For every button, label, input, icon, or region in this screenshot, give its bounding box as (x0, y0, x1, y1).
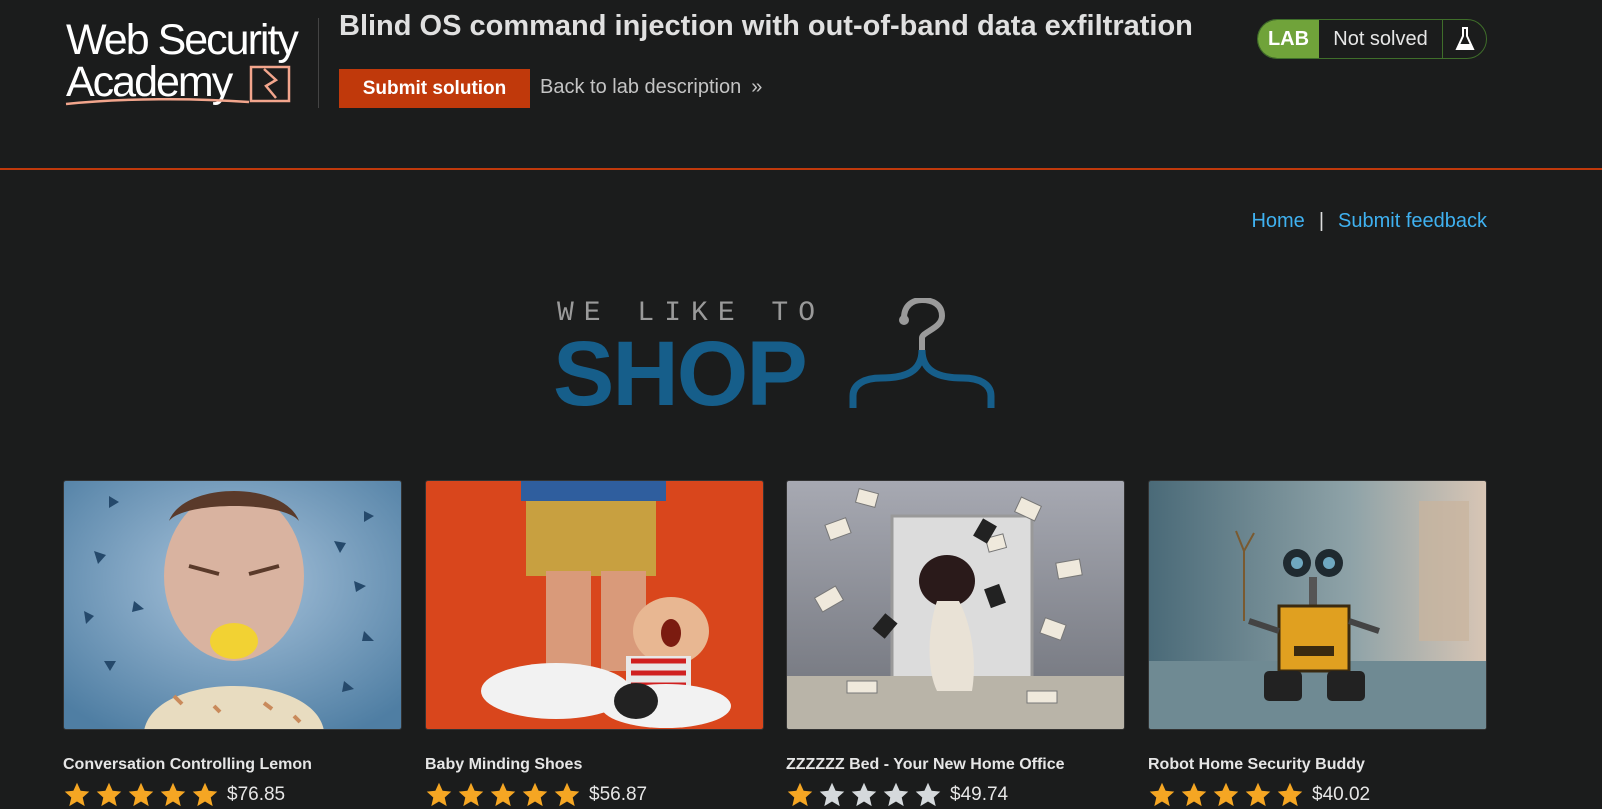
star-filled-icon (192, 782, 218, 807)
submit-solution-button[interactable]: Submit solution (339, 69, 530, 108)
star-filled-icon (1213, 782, 1239, 807)
star-filled-icon (160, 782, 186, 807)
star-empty-icon (851, 782, 877, 807)
header-divider (318, 18, 319, 108)
lab-tag: LAB (1258, 20, 1319, 58)
product-price: $56.87 (589, 784, 648, 805)
home-link[interactable]: Home (1251, 210, 1304, 233)
logo-icon: Web Security Academy (65, 16, 301, 106)
star-filled-icon (1181, 782, 1207, 807)
back-link-label: Back to lab description (540, 76, 742, 98)
star-filled-icon (1149, 782, 1175, 807)
product-rating: $49.74 (786, 781, 1125, 809)
product-image-bed[interactable] (786, 480, 1125, 730)
star-empty-icon (883, 782, 909, 807)
star-filled-icon (64, 782, 90, 807)
product-card[interactable]: Conversation Controlling Lemon $76.85 (63, 480, 402, 809)
star-filled-icon (458, 782, 484, 807)
submit-feedback-link[interactable]: Submit feedback (1338, 210, 1487, 233)
star-filled-icon (554, 782, 580, 807)
academy-header: Web Security Academy Blind OS command in… (0, 0, 1602, 170)
nav-separator: | (1318, 210, 1325, 232)
product-price: $49.74 (950, 784, 1009, 805)
product-image-lemon[interactable] (63, 480, 402, 730)
logo-line1: Web Security (66, 16, 299, 64)
product-name: Baby Minding Shoes (425, 756, 583, 773)
product-name: ZZZZZZ Bed - Your New Home Office (786, 756, 1065, 773)
product-price: $40.02 (1312, 784, 1371, 805)
star-filled-icon (128, 782, 154, 807)
star-filled-icon (522, 782, 548, 807)
product-name: Robot Home Security Buddy (1148, 756, 1365, 773)
product-name: Conversation Controlling Lemon (63, 756, 312, 773)
double-chevron-right-icon: » (751, 76, 762, 98)
star-filled-icon (787, 782, 813, 807)
lab-status-widget: LAB Not solved (1257, 19, 1487, 59)
flask-icon (1443, 20, 1486, 58)
product-rating: $40.02 (1148, 781, 1487, 809)
back-to-lab-description-link[interactable]: Back to lab description » (540, 76, 762, 99)
star-empty-icon (915, 782, 941, 807)
star-filled-icon (426, 782, 452, 807)
product-price: $76.85 (227, 784, 286, 805)
product-rating: $76.85 (63, 781, 402, 809)
shop-banner: WE LIKE TO SHOP (553, 298, 1000, 420)
banner-title: SHOP (553, 323, 808, 425)
star-filled-icon (96, 782, 122, 807)
product-image-shoes[interactable] (425, 480, 764, 730)
star-empty-icon (819, 782, 845, 807)
hanger-icon (849, 298, 995, 408)
product-image-robot[interactable] (1148, 480, 1487, 730)
star-filled-icon (1245, 782, 1271, 807)
product-card[interactable]: ZZZZZZ Bed - Your New Home Office $49.74 (786, 480, 1125, 809)
star-filled-icon (490, 782, 516, 807)
top-links: Home | Submit feedback (1251, 210, 1487, 233)
product-card[interactable]: Robot Home Security Buddy $40.02 (1148, 480, 1487, 809)
product-card[interactable]: Baby Minding Shoes $56.87 (425, 480, 764, 809)
lab-title: Blind OS command injection with out-of-b… (339, 10, 1193, 42)
star-filled-icon (1277, 782, 1303, 807)
product-rating: $56.87 (425, 781, 764, 809)
web-security-academy-logo[interactable]: Web Security Academy (64, 14, 314, 108)
lab-status-text: Not solved (1319, 20, 1443, 58)
